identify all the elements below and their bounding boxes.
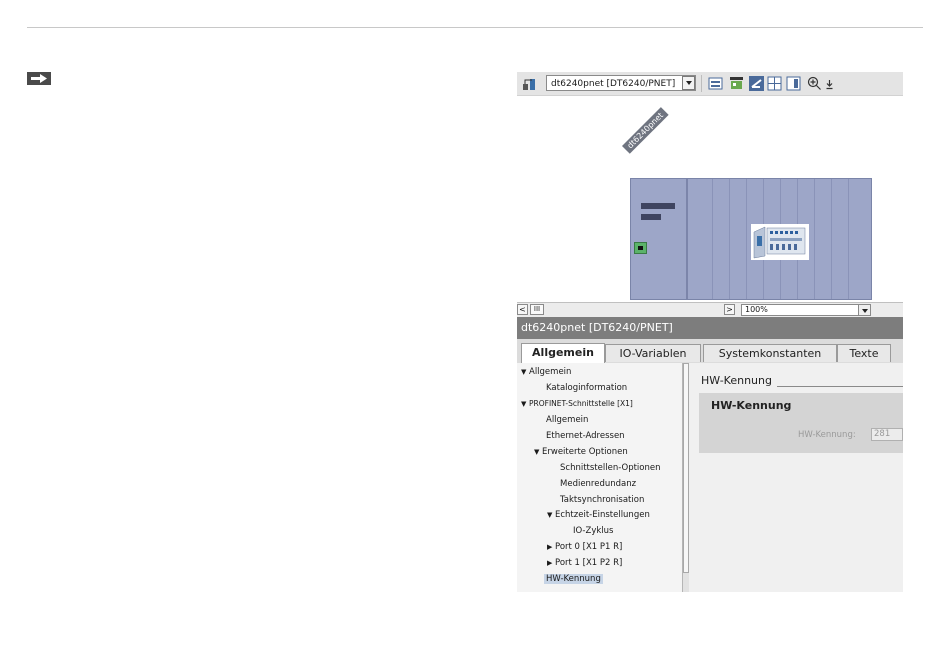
rack-slot-line (848, 179, 849, 299)
rack-slot-line (712, 179, 713, 299)
tree-item-label: PROFINET-Schnittstelle [X1] (529, 399, 633, 408)
tree-item-port-0[interactable]: ▶ Port 0 [X1 P1 R] (547, 540, 622, 554)
section-heading: HW-Kennung (701, 374, 772, 387)
toolbar-separator (701, 75, 702, 92)
tree-item-label: Allgemein (546, 415, 589, 425)
tab-allgemein[interactable]: Allgemein (521, 343, 605, 363)
chevron-right-icon[interactable]: ▶ (547, 556, 555, 570)
chevron-down-icon[interactable]: ▼ (534, 445, 542, 459)
scroll-right-button[interactable]: > (724, 304, 735, 315)
tree-item-schnittstellen-optionen[interactable]: Schnittstellen-Optionen (560, 461, 661, 475)
rack-slot-line (729, 179, 730, 299)
tab-io-variablen[interactable]: IO-Variablen (605, 344, 701, 362)
tree-item-port-1[interactable]: ▶ Port 1 [X1 P2 R] (547, 556, 622, 570)
chevron-down-icon[interactable] (682, 76, 695, 90)
rack-slot-line (746, 179, 747, 299)
tree-item-ethernet-adressen[interactable]: Ethernet-Adressen (546, 429, 625, 443)
tree-item-label: Echtzeit-Einstellungen (555, 510, 650, 520)
tree-item-echtzeit-einstellungen[interactable]: ▼ Echtzeit-Einstellungen (547, 508, 650, 522)
tree-item-taktsynchronisation[interactable]: Taktsynchronisation (560, 493, 644, 507)
tree-scrollbar[interactable] (682, 363, 689, 592)
chevron-down-icon[interactable] (858, 304, 871, 316)
group-title: HW-Kennung (711, 399, 792, 412)
rack-slot-line (831, 179, 832, 299)
rack-indicator-bar (641, 214, 661, 220)
chevron-down-icon[interactable]: ▼ (547, 508, 555, 522)
tree-item-label: Port 1 [X1 P2 R] (555, 558, 623, 568)
tab-systemkonstanten[interactable]: Systemkonstanten (703, 344, 837, 362)
hw-kennung-field[interactable]: 281 (871, 428, 903, 441)
device-rack[interactable] (630, 178, 872, 300)
tree-item-allgemein-sub[interactable]: Allgemein (546, 413, 588, 427)
table-icon[interactable] (749, 76, 764, 91)
tree-item-io-zyklus[interactable]: IO-Zyklus (573, 524, 613, 538)
tree-item-label: Medienredundanz (560, 479, 637, 489)
tree-item-label: Schnittstellen-Optionen (560, 463, 661, 473)
tree-item-label: Taktsynchronisation (560, 495, 645, 505)
arrow-right-icon (27, 72, 51, 85)
inspector-title: dt6240pnet [DT6240/PNET] (517, 317, 903, 339)
scroll-left-button[interactable]: < (517, 304, 528, 315)
tree-item-label: Erweiterte Optionen (542, 447, 628, 457)
chevron-down-icon[interactable]: ▼ (521, 365, 529, 379)
chevron-down-icon[interactable]: ▼ (521, 397, 529, 411)
device-select[interactable]: dt6240pnet [DT6240/PNET] (546, 75, 696, 91)
network-icon[interactable] (522, 76, 537, 91)
hw-kennung-group: HW-Kennung HW-Kennung: 281 (699, 393, 903, 453)
tree-item-label: Ethernet-Adressen (546, 431, 625, 441)
tree-item-kataloginformation[interactable]: Kataloginformation (546, 381, 627, 395)
device-image-icon (751, 224, 809, 260)
rack-slot-line (814, 179, 815, 299)
section-divider (777, 386, 903, 387)
device-name-label[interactable]: dt6240pnet (622, 107, 669, 154)
inspector-tab-strip: Allgemein IO-Variablen Systemkonstanten … (517, 339, 903, 363)
port-icon[interactable] (634, 242, 647, 254)
zoom-in-icon[interactable] (807, 76, 822, 91)
horizontal-scroll-thumb[interactable]: III (530, 304, 544, 315)
tree-item-profinet-schnittstelle[interactable]: ▼ PROFINET-Schnittstelle [X1] (521, 397, 633, 411)
canvas-scroll-zoom-bar: < III > 100% (517, 302, 903, 317)
hw-kennung-label: HW-Kennung: (798, 430, 856, 440)
download-arrow-icon[interactable] (822, 76, 837, 91)
tree-item-label: Kataloginformation (546, 383, 628, 393)
tree-item-label: IO-Zyklus (573, 526, 614, 536)
list-icon[interactable] (786, 76, 801, 91)
property-content: HW-Kennung HW-Kennung HW-Kennung: 281 (689, 363, 903, 592)
tree-item-label: Allgemein (529, 367, 572, 377)
grid-icon[interactable] (767, 76, 782, 91)
tree-item-erweiterte-optionen[interactable]: ▼ Erweiterte Optionen (534, 445, 628, 459)
tree-item-hw-kennung[interactable]: HW-Kennung (544, 572, 603, 586)
tree-item-medienredundanz[interactable]: Medienredundanz (560, 477, 636, 491)
tree-item-label: HW-Kennung (544, 574, 603, 584)
view-icon[interactable] (708, 76, 723, 91)
chevron-right-icon[interactable]: ▶ (547, 540, 555, 554)
module-icon[interactable] (729, 76, 744, 91)
rack-divider (686, 179, 688, 299)
tree-item-allgemein[interactable]: ▼ Allgemein (521, 365, 571, 379)
editor-toolbar: dt6240pnet [DT6240/PNET] (517, 72, 903, 96)
zoom-level-select[interactable]: 100% (741, 304, 871, 316)
property-tree: ▼ Allgemein Kataloginformation ▼ PROFINET-… (517, 363, 690, 592)
tree-item-label: Port 0 [X1 P1 R] (555, 542, 623, 552)
top-divider (27, 27, 923, 28)
rack-indicator-bar (641, 203, 675, 209)
tab-texte[interactable]: Texte (837, 344, 891, 362)
